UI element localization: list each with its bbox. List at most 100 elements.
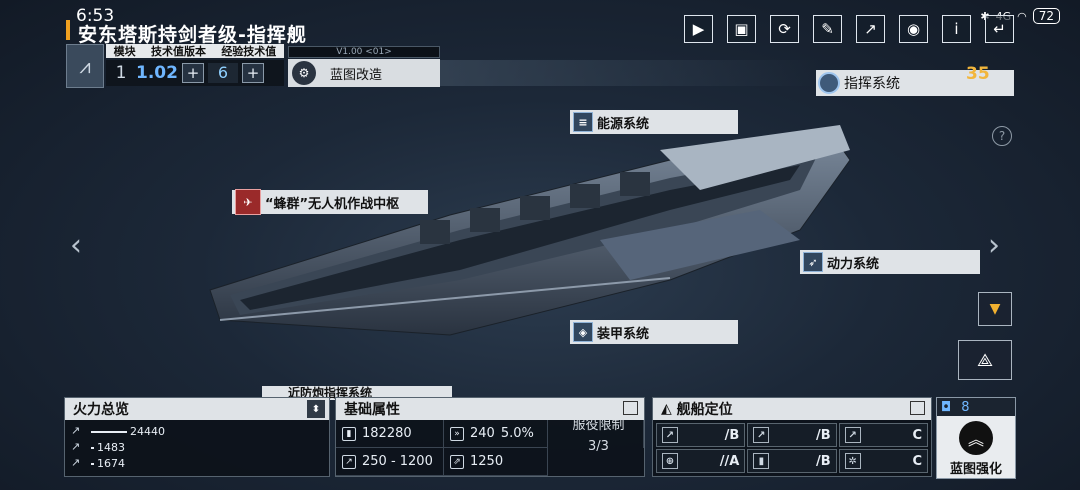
fire-row: 24440	[91, 424, 165, 439]
missile-icon: ✈	[235, 189, 261, 215]
info-icon[interactable]: i	[942, 15, 971, 43]
enhance-chevron-icon: ︽	[959, 421, 993, 455]
ship-role-icon: ◭	[661, 401, 677, 417]
view-icon[interactable]: ◉	[899, 15, 928, 43]
paint-icon[interactable]: ✎	[813, 15, 842, 43]
header-tech-version: 技术值版本	[150, 45, 206, 58]
back-icon[interactable]: ↵	[985, 15, 1014, 43]
enhance-label: 蓝图强化	[949, 462, 1002, 477]
fire-bar	[91, 430, 127, 433]
ship-role-panel: ◭ 舰船定位 ↗ /B ↗ /B ↗ C ⊕ //A ▮ /B ✲ C	[652, 397, 932, 477]
blueprint-bar	[440, 60, 820, 86]
role-grade: C	[912, 427, 922, 443]
prev-ship-arrow[interactable]: ‹	[70, 228, 82, 263]
header-exp-value: 经验技术值	[221, 45, 277, 58]
anti-aircraft-icon: ↗	[753, 427, 770, 443]
role-cell: ✲ C	[838, 449, 928, 473]
enhance-count: 8	[961, 399, 970, 415]
role-grade: C	[912, 453, 922, 469]
warp-cell: ⇗ 1250	[444, 448, 548, 476]
energy-system-label[interactable]: ≡ 能源系统	[570, 110, 738, 134]
battery-indicator: 72	[1032, 8, 1060, 24]
drone-hub-label[interactable]: ✈ “蜂群”无人机作战中枢	[232, 189, 428, 215]
fire-row: 1483	[91, 440, 165, 455]
armor-icon: »	[450, 426, 464, 441]
weapon-type-icon: ↗	[71, 424, 81, 437]
thruster-icon: ➶	[803, 252, 823, 272]
role-cell: ⊕ //A	[656, 449, 746, 473]
wifi-icon: ◠	[1017, 9, 1027, 23]
role-cell: ↗ C	[838, 423, 928, 447]
armor-system-label[interactable]: ◈ 装甲系统	[570, 320, 738, 344]
fire-bar	[91, 462, 94, 465]
service-limit-value: 3/3	[588, 439, 609, 454]
hp-shield-icon: ▮	[342, 426, 356, 441]
gallery-icon[interactable]: ▣	[727, 15, 756, 43]
role-grade: /B	[815, 427, 831, 443]
weapon-type-icon: ↗	[71, 456, 81, 469]
defense-icon: ▮	[753, 453, 770, 469]
expand-icon[interactable]	[623, 401, 638, 415]
blueprint-modify-button[interactable]: ⚙ 蓝图改造	[288, 59, 440, 87]
speed-icon: ↗	[342, 454, 356, 469]
tech-version-value: 1.02	[136, 63, 178, 83]
version-values: 1 1.02 + 6 +	[106, 60, 284, 86]
hp-cell: ▮ 182280	[336, 420, 444, 448]
drone-hub-text: “蜂群”无人机作战中枢	[265, 196, 400, 212]
blueprint-version: V1.00 <01>	[288, 46, 440, 58]
sort-icon[interactable]: ⬍	[307, 400, 325, 418]
blueprint-enhance-button[interactable]: ◘ 8 ︽ 蓝图强化	[936, 397, 1016, 479]
role-grade: //A	[719, 453, 740, 469]
armor-value: 240	[470, 426, 495, 441]
blueprint-chip-icon: ◘	[941, 399, 952, 415]
utility-icon: ✲	[844, 453, 861, 469]
fire-row: 1674	[91, 456, 165, 471]
rotate-icon[interactable]: ⟳	[770, 15, 799, 43]
speed-cell: ↗ 250 - 1200	[336, 448, 444, 476]
command-system-icon	[818, 72, 840, 94]
ship-role-title: 舰船定位	[676, 402, 733, 418]
role-grade: /B	[724, 427, 740, 443]
blueprint-label: 蓝图改造	[330, 67, 383, 83]
help-icon[interactable]: ?	[992, 126, 1012, 146]
module-value: 1	[115, 63, 127, 83]
power-system-label[interactable]: ➶ 动力系统	[800, 250, 980, 274]
firepower-header: 火力总览 ⬍	[65, 398, 329, 420]
siege-icon: ↗	[844, 427, 861, 443]
blueprint-gear-icon: ⚙	[292, 61, 316, 85]
video-icon[interactable]: ▶	[684, 15, 713, 43]
warp-icon: ⇗	[450, 454, 464, 469]
ship-role-header: ◭ 舰船定位	[653, 398, 931, 420]
expand-icon[interactable]	[910, 401, 925, 415]
next-ship-arrow[interactable]: ›	[988, 228, 1000, 263]
role-grade: /B	[815, 453, 831, 469]
warp-value: 1250	[470, 454, 504, 469]
command-system-label: 指挥系统	[844, 76, 900, 92]
exp-plus-button[interactable]: +	[242, 63, 264, 83]
armor-cell: » 240 5.0%	[444, 420, 548, 448]
title-accent	[66, 20, 70, 40]
tech-plus-button[interactable]: +	[182, 63, 204, 83]
evasion-value: 5.0%	[500, 426, 534, 441]
toolbar-icons: ▶ ▣ ⟳ ✎ ↗ ◉ i ↵	[684, 15, 1014, 43]
support-icon: ⊕	[662, 453, 678, 469]
dropdown-icon[interactable]: ▼	[978, 292, 1012, 326]
command-system-value: 35	[966, 64, 990, 84]
role-cell: ↗ /B	[656, 423, 746, 447]
version-headers: 模块 技术值版本 经验技术值	[106, 44, 284, 58]
role-cell: ▮ /B	[747, 449, 837, 473]
speed-value: 250 - 1200	[362, 454, 433, 469]
firepower-title: 火力总览	[73, 402, 129, 418]
anti-ship-icon: ↗	[662, 427, 678, 443]
share-icon[interactable]: ↗	[856, 15, 885, 43]
enhance-count-bar: ◘ 8	[937, 398, 1015, 416]
weapon-type-icon: ↗	[71, 440, 81, 453]
firepower-panel: 火力总览 ⬍ ↗ ↗ ↗ 24440 1483 1674	[64, 397, 330, 477]
hp-value: 182280	[362, 426, 412, 441]
role-cell: ↗ /B	[747, 423, 837, 447]
ship-model[interactable]	[200, 120, 880, 340]
upgrade-icon[interactable]: ⟁	[958, 340, 1012, 380]
shield-icon: ◈	[573, 322, 593, 342]
fire-value: 1483	[97, 441, 125, 454]
armor-system-text: 装甲系统	[597, 326, 650, 342]
